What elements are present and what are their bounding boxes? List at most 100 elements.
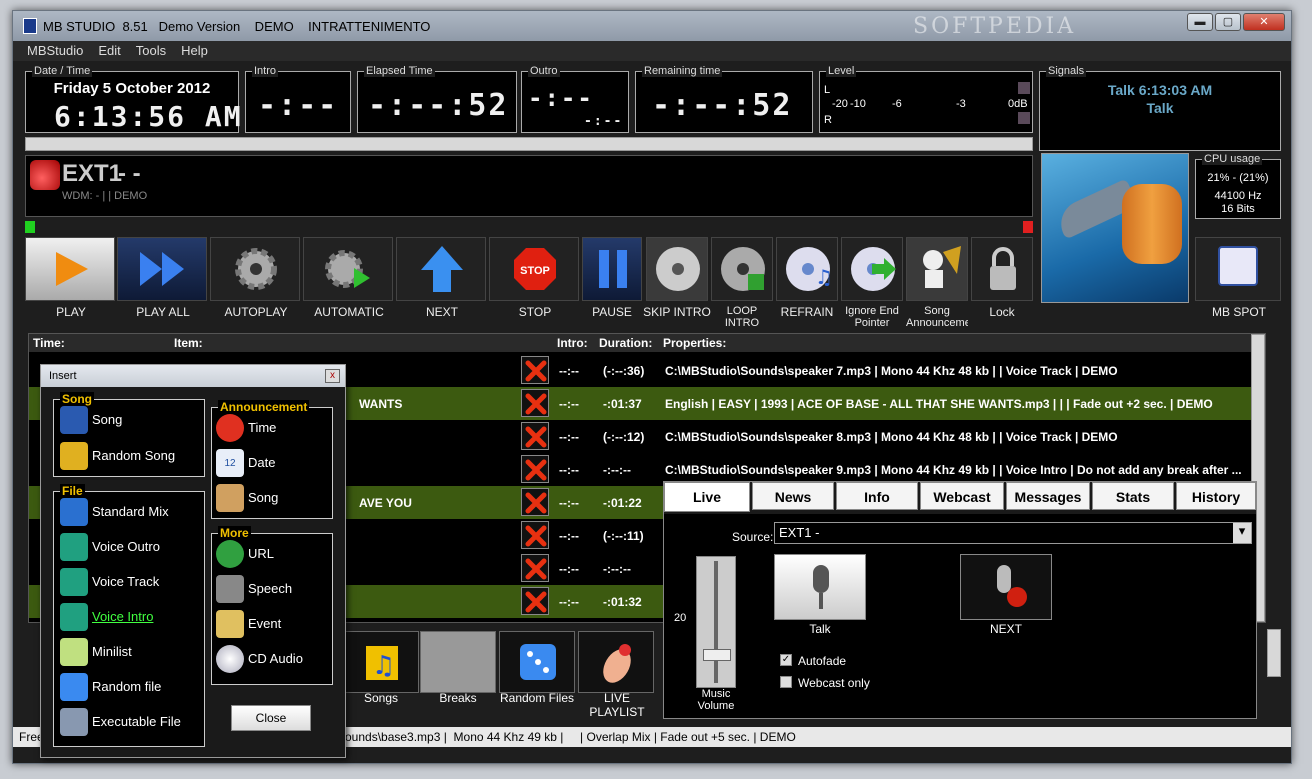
mb-spot-button[interactable]: [1195, 237, 1281, 301]
intro-value: -:--: [258, 88, 339, 123]
row-intro: --:--: [559, 529, 579, 543]
play-button[interactable]: [25, 237, 115, 301]
source-select[interactable]: EXT1 - ▾: [774, 522, 1252, 544]
speech-icon: [216, 575, 244, 603]
slider-thumb[interactable]: [703, 649, 731, 661]
lock-button[interactable]: [971, 237, 1033, 301]
delete-row-button[interactable]: [521, 488, 549, 516]
tab-info[interactable]: Info: [836, 482, 918, 510]
row-intro: --:--: [559, 562, 579, 576]
play-label: PLAY: [56, 305, 86, 319]
insert-song-announcement[interactable]: Song: [216, 482, 328, 514]
maximize-button[interactable]: ▢: [1215, 13, 1241, 31]
bottom-scrollbar[interactable]: [1267, 629, 1281, 677]
tab-live[interactable]: Live: [664, 482, 750, 512]
songs-button[interactable]: ♫: [343, 631, 419, 693]
stop-button[interactable]: STOP: [489, 237, 579, 301]
row-duration: -:01:22: [603, 496, 642, 510]
insert-url[interactable]: URL: [216, 538, 328, 570]
close-button[interactable]: ✕: [1243, 13, 1285, 31]
menu-mbstudio[interactable]: MBStudio: [27, 41, 83, 61]
insert-close-x-button[interactable]: x: [325, 369, 340, 383]
dolphin-tiger-image: [1041, 153, 1189, 303]
insert-event[interactable]: Event: [216, 608, 328, 640]
file-group: File Standard Mix Voice Outro Voice Trac…: [53, 484, 205, 747]
talk-button[interactable]: [774, 554, 866, 620]
autofade-checkbox[interactable]: ✓: [780, 654, 792, 666]
play-all-label: PLAY ALL: [136, 305, 190, 319]
insert-executable-file[interactable]: Executable File: [60, 706, 200, 738]
insert-random-file[interactable]: Random file: [60, 671, 200, 703]
skip-intro-button[interactable]: [646, 237, 708, 301]
ignore-end-pointer-button[interactable]: [841, 237, 903, 301]
pause-icon: [599, 250, 627, 288]
music-volume-slider[interactable]: [696, 556, 736, 688]
insert-minilist[interactable]: Minilist: [60, 636, 200, 668]
live-playlist-button[interactable]: [578, 631, 654, 693]
insert-date[interactable]: 12 Date: [216, 447, 328, 479]
breaks-button[interactable]: [420, 631, 496, 693]
play-all-button[interactable]: [117, 237, 207, 301]
insert-random-song[interactable]: Random Song: [60, 440, 200, 472]
webcast-only-checkbox[interactable]: [780, 676, 792, 688]
row-properties: C:\MBStudio\Sounds\speaker 9.mp3 | Mono …: [665, 463, 1242, 477]
random-files-button[interactable]: [499, 631, 575, 693]
header-intro[interactable]: Intro:: [557, 336, 588, 350]
autoplay-button[interactable]: [210, 237, 300, 301]
minimize-button[interactable]: ▬: [1187, 13, 1213, 31]
menu-tools[interactable]: Tools: [136, 41, 166, 61]
insert-speech[interactable]: Speech: [216, 573, 328, 605]
next-button[interactable]: [396, 237, 486, 301]
insert-song[interactable]: Song: [60, 404, 200, 436]
horizontal-scrollbar[interactable]: [25, 137, 1033, 151]
insert-time[interactable]: Time: [216, 412, 328, 444]
row-duration: -:01:37: [603, 397, 642, 411]
insert-voice-intro[interactable]: Voice Intro: [60, 601, 200, 633]
tab-messages[interactable]: Messages: [1006, 482, 1090, 510]
insert-random-song-label: Random Song: [92, 448, 176, 463]
more-group: More URL Speech Event CD Audio: [211, 526, 333, 685]
next-live-button[interactable]: [960, 554, 1052, 620]
insert-voice-outro[interactable]: Voice Outro: [60, 531, 200, 563]
delete-row-button[interactable]: [521, 356, 549, 384]
delete-row-button[interactable]: [521, 554, 549, 582]
tab-stats[interactable]: Stats: [1092, 482, 1174, 510]
delete-row-button[interactable]: [521, 389, 549, 417]
insert-standard-mix[interactable]: Standard Mix: [60, 496, 200, 528]
delete-row-button[interactable]: [521, 455, 549, 483]
menu-edit[interactable]: Edit: [98, 41, 120, 61]
header-time[interactable]: Time:: [33, 336, 65, 350]
refrain-button[interactable]: ♫: [776, 237, 838, 301]
date-time-label: Date / Time: [32, 65, 93, 77]
delete-row-button[interactable]: [521, 422, 549, 450]
header-duration[interactable]: Duration:: [599, 336, 652, 350]
header-item[interactable]: Item:: [174, 336, 203, 350]
next-label: NEXT: [425, 305, 458, 319]
red-x-icon: [525, 525, 547, 547]
globe-icon: [216, 540, 244, 568]
dice-icon: [520, 644, 556, 680]
menu-help[interactable]: Help: [181, 41, 208, 61]
insert-close-button[interactable]: Close: [231, 705, 311, 731]
dice-icon: [60, 673, 88, 701]
automatic-button[interactable]: [303, 237, 393, 301]
announcement-group: Announcement Time 12 Date Song: [211, 400, 333, 519]
tab-history[interactable]: History: [1176, 482, 1256, 510]
outro-sub-value: -:--: [584, 114, 624, 129]
pause-button[interactable]: [582, 237, 642, 301]
voice-track-label: Voice Track: [92, 574, 160, 589]
microphone-icon: [813, 565, 829, 609]
tab-webcast[interactable]: Webcast: [920, 482, 1004, 510]
announcer-icon: [923, 246, 961, 288]
elapsed-value: -:--:52: [368, 88, 509, 123]
header-properties[interactable]: Properties:: [663, 336, 726, 350]
song-announcement-button[interactable]: [906, 237, 968, 301]
loop-intro-button[interactable]: [711, 237, 773, 301]
delete-row-button[interactable]: [521, 587, 549, 615]
row-intro: --:--: [559, 463, 579, 477]
insert-voice-track[interactable]: Voice Track: [60, 566, 200, 598]
insert-cd-audio[interactable]: CD Audio: [216, 643, 328, 675]
tab-news[interactable]: News: [752, 482, 834, 510]
delete-row-button[interactable]: [521, 521, 549, 549]
red-x-icon: [525, 558, 547, 580]
